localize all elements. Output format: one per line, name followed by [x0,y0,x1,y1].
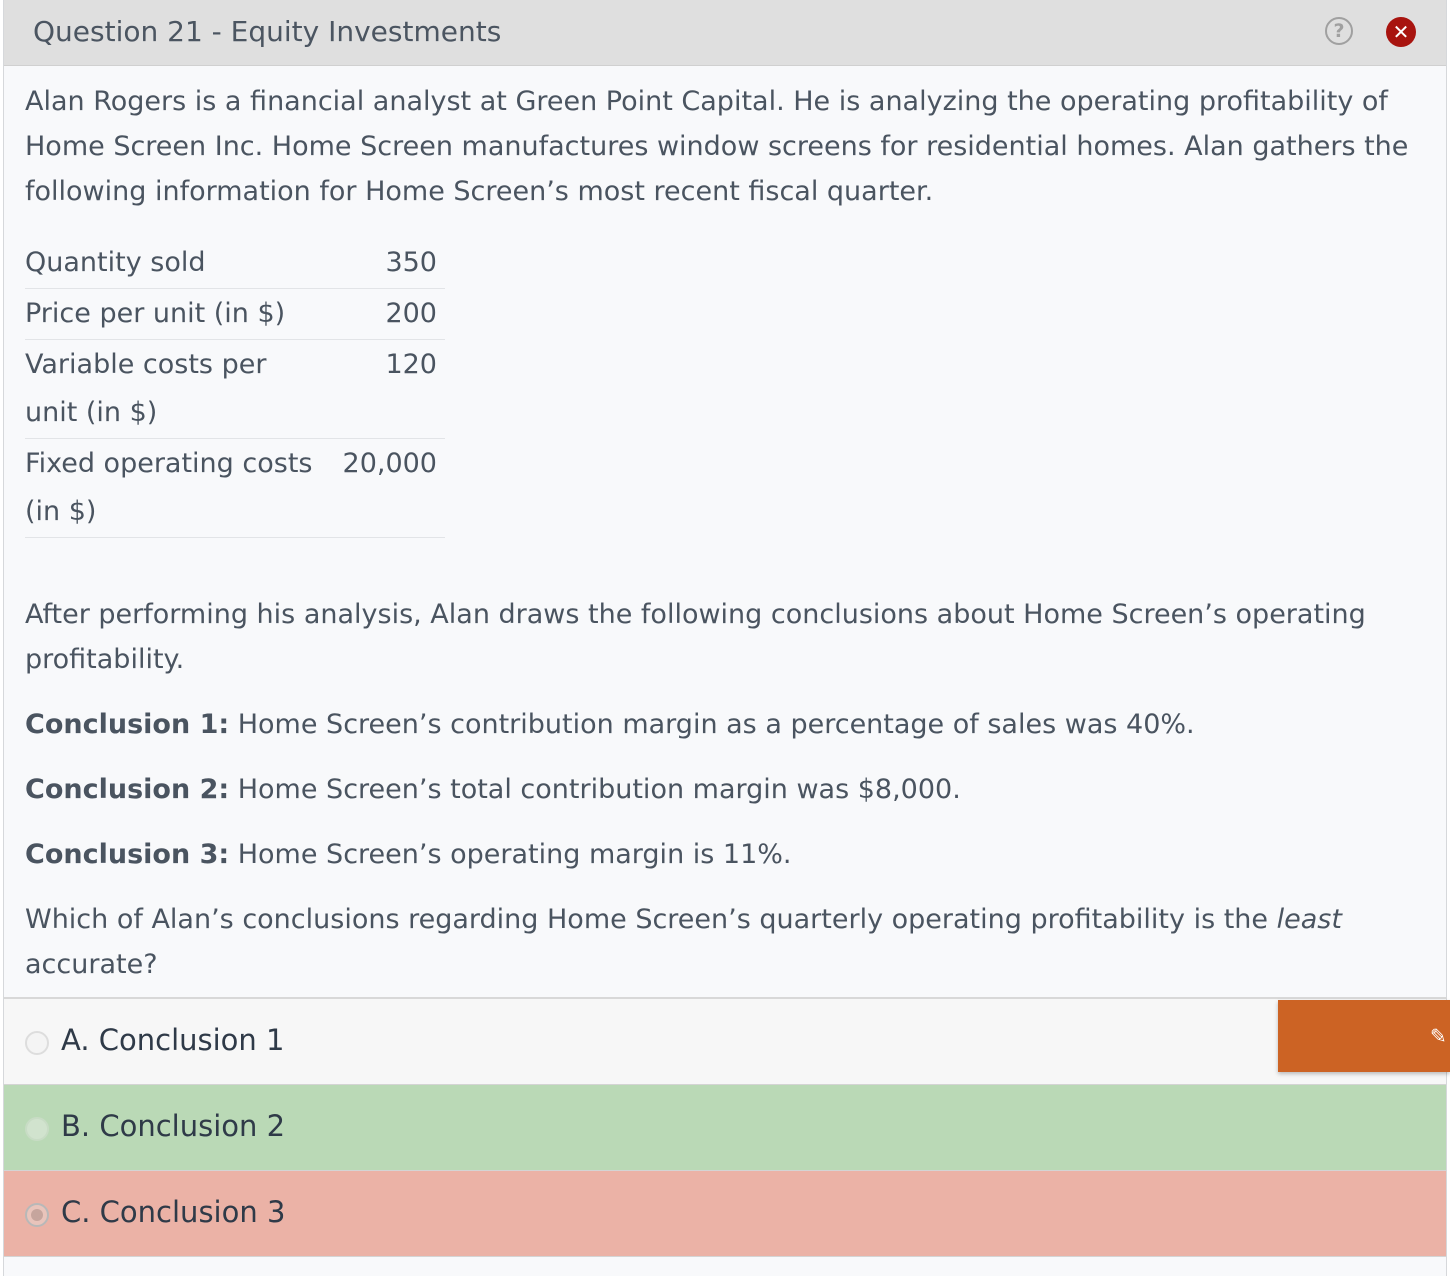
prompt-start: Which of Alan’s conclusions regarding Ho… [25,904,1277,935]
facts-table: Quantity sold 350 Price per unit (in $) … [25,238,445,538]
pencil-icon: ✎ [1430,1024,1447,1048]
answer-label: C. Conclusion 3 [61,1195,286,1229]
conclusion-label: Conclusion 2: [25,774,230,805]
prompt-emphasis: least [1276,904,1342,935]
table-row: Quantity sold 350 [25,238,445,289]
conclusion-text: Home Screen’s contribution margin as a p… [229,709,1195,740]
title-bar: Question 21 - Equity Investments ? ✕ [4,0,1446,66]
conclusion-text: Home Screen’s operating margin is 11%. [229,839,792,870]
table-cell-label: Variable costs per unit (in $) [25,339,325,439]
conclusion-label: Conclusion 1: [25,709,230,740]
radio-button[interactable] [25,1031,49,1055]
table-row: Price per unit (in $) 200 [25,288,445,340]
question-intro: Alan Rogers is a financial analyst at Gr… [25,86,1409,207]
table-cell-value: 200 [325,288,445,340]
question-title: Question 21 - Equity Investments [33,15,502,48]
table-cell-value: 20,000 [325,438,445,538]
question-body: Alan Rogers is a financial analyst at Gr… [4,79,1446,987]
table-cell-value: 120 [325,339,445,439]
conclusion-2: Conclusion 2: Home Screen’s total contri… [25,767,1426,812]
table-cell-label: Price per unit (in $) [25,288,325,340]
radio-button[interactable] [25,1203,49,1227]
answer-label: B. Conclusion 2 [61,1109,286,1143]
answer-label: A. Conclusion 1 [61,1023,285,1057]
close-x-icon[interactable]: ✕ [1386,17,1416,47]
notes-button[interactable]: ✎ [1278,1000,1450,1072]
conclusion-1: Conclusion 1: Home Screen’s contribution… [25,702,1426,747]
conclusion-text: Home Screen’s total contribution margin … [229,774,961,805]
conclusion-label: Conclusion 3: [25,839,230,870]
table-cell-value: 350 [325,238,445,289]
answer-option-b[interactable]: B. Conclusion 2 [4,1085,1446,1171]
answer-option-c[interactable]: C. Conclusion 3 [4,1171,1446,1257]
table-cell-label: Quantity sold [25,238,325,289]
question-prompt: Which of Alan’s conclusions regarding Ho… [25,897,1426,987]
table-row: Variable costs per unit (in $) 120 [25,339,445,439]
table-row: Fixed operating costs (in $) 20,000 [25,438,445,538]
answer-option-a[interactable]: A. Conclusion 1 [4,999,1446,1085]
prompt-end: accurate? [25,949,158,980]
table-cell-label: Fixed operating costs (in $) [25,438,325,538]
radio-button[interactable] [25,1117,49,1141]
analysis-text: After performing his analysis, Alan draw… [25,599,1366,675]
question-window: Question 21 - Equity Investments ? ✕ Ala… [3,0,1447,1276]
answer-list: A. Conclusion 1 B. Conclusion 2 C. Concl… [4,997,1446,1257]
question-circle-icon[interactable]: ? [1325,17,1353,45]
conclusion-3: Conclusion 3: Home Screen’s operating ma… [25,832,1426,877]
